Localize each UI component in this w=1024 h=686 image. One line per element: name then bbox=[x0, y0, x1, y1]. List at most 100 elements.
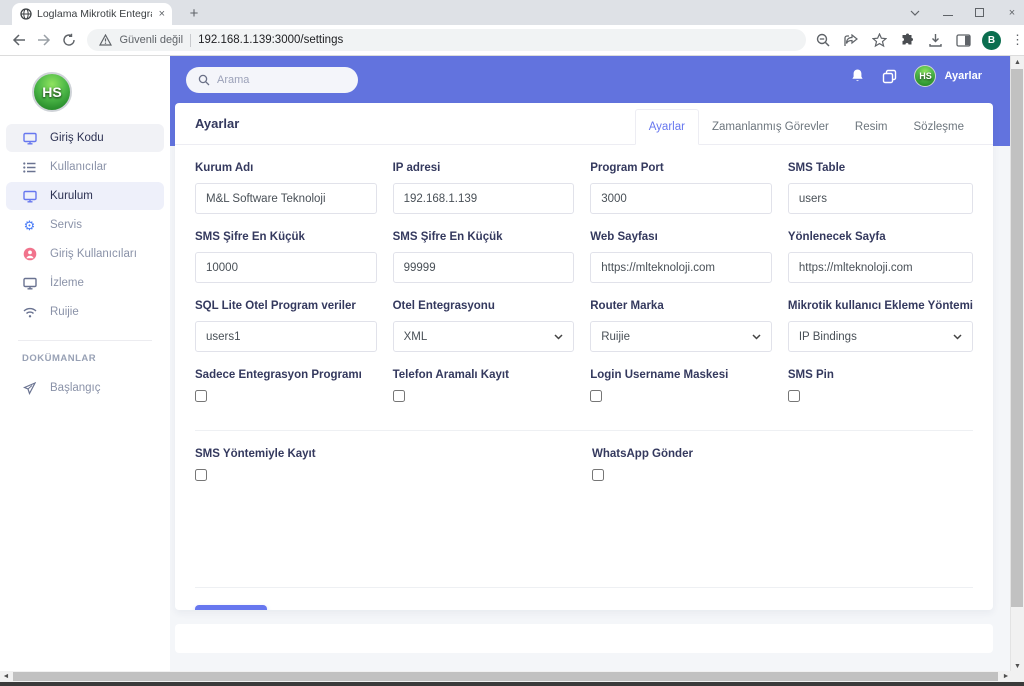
tab-resim[interactable]: Resim bbox=[842, 110, 901, 144]
horizontal-scrollbar[interactable]: ◄ ► bbox=[0, 671, 1024, 682]
field-label: Router Marka bbox=[590, 300, 772, 312]
side-panel-icon[interactable] bbox=[954, 31, 972, 49]
user-avatar: HS bbox=[914, 65, 936, 87]
sidebar-item-label: Kullanıcılar bbox=[50, 161, 107, 173]
otel-entegrasyonu-select[interactable]: XML bbox=[393, 321, 575, 352]
sidebar-item-kurulum[interactable]: Kurulum bbox=[6, 182, 164, 210]
browser-profile-avatar[interactable]: B bbox=[982, 31, 1001, 50]
scroll-up-icon[interactable]: ▲ bbox=[1011, 56, 1024, 68]
checkbox-label: Sadece Entegrasyon Programı bbox=[195, 369, 377, 381]
field-label: Kurum Adı bbox=[195, 162, 377, 174]
field-label: SMS Şifre En Küçük bbox=[195, 231, 377, 243]
select-value: Ruijie bbox=[601, 331, 630, 343]
tab-sozlesme[interactable]: Sözleşme bbox=[901, 110, 978, 144]
footer-card bbox=[175, 624, 993, 653]
whatsapp-gonder-checkbox[interactable] bbox=[592, 469, 604, 481]
tab-close-icon[interactable]: × bbox=[157, 8, 167, 20]
chevron-down-icon bbox=[752, 334, 761, 340]
search-box[interactable] bbox=[186, 67, 358, 93]
chevron-down-icon bbox=[554, 334, 563, 340]
close-window-button[interactable]: × bbox=[1006, 7, 1018, 19]
sadece-entegrasyon-checkbox[interactable] bbox=[195, 390, 207, 402]
not-secure-warning-icon[interactable] bbox=[99, 34, 112, 46]
settings-card: Ayarlar Ayarlar Zamanlanmış Görevler Res… bbox=[175, 103, 993, 610]
back-button[interactable] bbox=[6, 34, 31, 46]
sidebar-item-kullanicilar[interactable]: Kullanıcılar bbox=[6, 153, 164, 181]
vertical-scroll-thumb[interactable] bbox=[1011, 69, 1023, 607]
program-port-input[interactable] bbox=[590, 183, 772, 214]
minimize-button[interactable] bbox=[943, 10, 953, 16]
sidebar-item-baslangic[interactable]: Başlangıç bbox=[6, 374, 164, 402]
wifi-icon bbox=[22, 307, 37, 318]
save-button[interactable]: Kaydet bbox=[195, 605, 267, 610]
site-favicon bbox=[20, 8, 32, 20]
user-circle-icon bbox=[22, 247, 37, 261]
sqlite-otel-input[interactable] bbox=[195, 321, 377, 352]
address-bar[interactable]: Güvenli değil 192.168.1.139:3000/setting… bbox=[87, 29, 806, 51]
kurum-adi-input[interactable] bbox=[195, 183, 377, 214]
spacer bbox=[195, 503, 973, 581]
sidebar-item-label: Giriş Kodu bbox=[50, 132, 104, 144]
scroll-right-icon[interactable]: ► bbox=[1000, 671, 1012, 682]
telefon-aramali-kayit-checkbox[interactable] bbox=[393, 390, 405, 402]
sidebar-item-izleme[interactable]: İzleme bbox=[6, 269, 164, 297]
app-logo[interactable]: HS bbox=[32, 72, 72, 112]
browser-tab[interactable]: Loglama Mikrotik Entegrasyon Gi × bbox=[12, 3, 172, 25]
window-bottom-edge bbox=[0, 682, 1024, 686]
bookmark-star-icon[interactable] bbox=[870, 31, 888, 49]
user-menu[interactable]: HS Ayarlar bbox=[914, 65, 982, 87]
horizontal-scroll-thumb[interactable] bbox=[13, 672, 998, 681]
omnibox-divider bbox=[190, 34, 191, 47]
forward-button[interactable] bbox=[31, 34, 56, 46]
maximize-button[interactable] bbox=[975, 8, 984, 17]
field-label: Yönlenecek Sayfa bbox=[788, 231, 973, 243]
sms-table-input[interactable] bbox=[788, 183, 973, 214]
browser-toolbar: Güvenli değil 192.168.1.139:3000/setting… bbox=[0, 25, 1024, 56]
window-chevron-icon[interactable] bbox=[909, 7, 921, 19]
router-marka-select[interactable]: Ruijie bbox=[590, 321, 772, 352]
sidebar-item-servis[interactable]: ⚙ Servis bbox=[6, 211, 164, 239]
reload-button[interactable] bbox=[56, 33, 81, 47]
sidebar-item-label: İzleme bbox=[50, 277, 84, 289]
sidebar-divider bbox=[18, 340, 152, 341]
url-text[interactable]: 192.168.1.139:3000/settings bbox=[198, 34, 343, 46]
tab-ayarlar[interactable]: Ayarlar bbox=[635, 109, 699, 145]
browser-menu-icon[interactable]: ⋮ bbox=[1011, 32, 1024, 48]
tab-zamanlanmis-gorevler[interactable]: Zamanlanmış Görevler bbox=[699, 110, 842, 144]
notifications-bell-icon[interactable] bbox=[850, 68, 865, 84]
sidebar-item-label: Ruijie bbox=[50, 306, 79, 318]
sidebar-item-label: Servis bbox=[50, 219, 82, 231]
login-username-maskesi-checkbox[interactable] bbox=[590, 390, 602, 402]
sidebar-item-ruijie[interactable]: Ruijie bbox=[6, 298, 164, 326]
mikrotik-ekleme-yontemi-select[interactable]: IP Bindings bbox=[788, 321, 973, 352]
download-icon[interactable] bbox=[926, 31, 944, 49]
field-label: Program Port bbox=[590, 162, 772, 174]
footer-divider bbox=[195, 587, 973, 588]
web-sayfasi-input[interactable] bbox=[590, 252, 772, 283]
monitor-icon bbox=[22, 277, 37, 290]
user-menu-label: Ayarlar bbox=[944, 70, 982, 82]
zoom-icon[interactable] bbox=[814, 31, 832, 49]
field-label: Web Sayfası bbox=[590, 231, 772, 243]
list-icon bbox=[22, 162, 37, 173]
sms-pin-checkbox[interactable] bbox=[788, 390, 800, 402]
security-label[interactable]: Güvenli değil bbox=[119, 34, 183, 46]
sms-yontemiyle-kayit-checkbox[interactable] bbox=[195, 469, 207, 481]
sidebar-item-giris-kodu[interactable]: Giriş Kodu bbox=[6, 124, 164, 152]
extensions-puzzle-icon[interactable] bbox=[898, 31, 916, 49]
sms-sifre-max-input[interactable] bbox=[393, 252, 575, 283]
select-value: IP Bindings bbox=[799, 331, 857, 343]
sms-sifre-min-input[interactable] bbox=[195, 252, 377, 283]
share-icon[interactable] bbox=[842, 31, 860, 49]
sidebar-item-giris-kullanicilari[interactable]: Giriş Kullanıcıları bbox=[6, 240, 164, 268]
scroll-left-icon[interactable]: ◄ bbox=[0, 671, 12, 682]
pages-copy-icon[interactable] bbox=[882, 69, 897, 84]
yonlenecek-sayfa-input[interactable] bbox=[788, 252, 973, 283]
sidebar-item-label: Başlangıç bbox=[50, 382, 101, 394]
search-input[interactable] bbox=[217, 74, 327, 86]
field-label: SMS Table bbox=[788, 162, 973, 174]
new-tab-button[interactable]: + bbox=[184, 4, 204, 24]
ip-adresi-input[interactable] bbox=[393, 183, 575, 214]
field-label: Mikrotik kullanıcı Ekleme Yöntemi bbox=[788, 300, 973, 312]
sidebar-item-label: Kurulum bbox=[50, 190, 93, 202]
